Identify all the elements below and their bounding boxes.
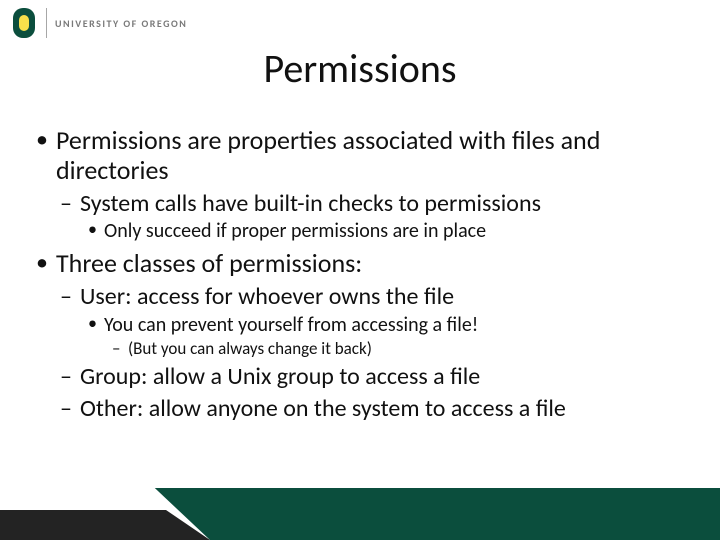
university-name: UNIVERSITY OF OREGON — [55, 17, 187, 30]
bullet-level2: User: access for whoever owns the file — [30, 283, 690, 311]
bullet-level4: (But you can always change it back) — [30, 339, 690, 359]
header-divider — [46, 8, 47, 38]
slide-content: Permissions are properties associated wi… — [0, 120, 720, 422]
bullet-level1: Permissions are properties associated wi… — [30, 126, 690, 186]
bullet-level3: Only succeed if proper permissions are i… — [30, 219, 690, 243]
footer — [0, 482, 720, 540]
bullet-level2: Group: allow a Unix group to access a fi… — [30, 363, 690, 391]
bullet-level2: Other: allow anyone on the system to acc… — [30, 395, 690, 423]
header: UNIVERSITY OF OREGON — [10, 6, 187, 40]
bullet-level3: You can prevent yourself from accessing … — [30, 313, 690, 337]
bullet-level1: Three classes of permissions: — [30, 249, 690, 279]
slide-title: Permissions — [0, 44, 720, 93]
slide: UNIVERSITY OF OREGON Permissions Permiss… — [0, 0, 720, 540]
bullet-level2: System calls have built-in checks to per… — [30, 190, 690, 218]
oregon-logo-icon — [10, 6, 38, 40]
